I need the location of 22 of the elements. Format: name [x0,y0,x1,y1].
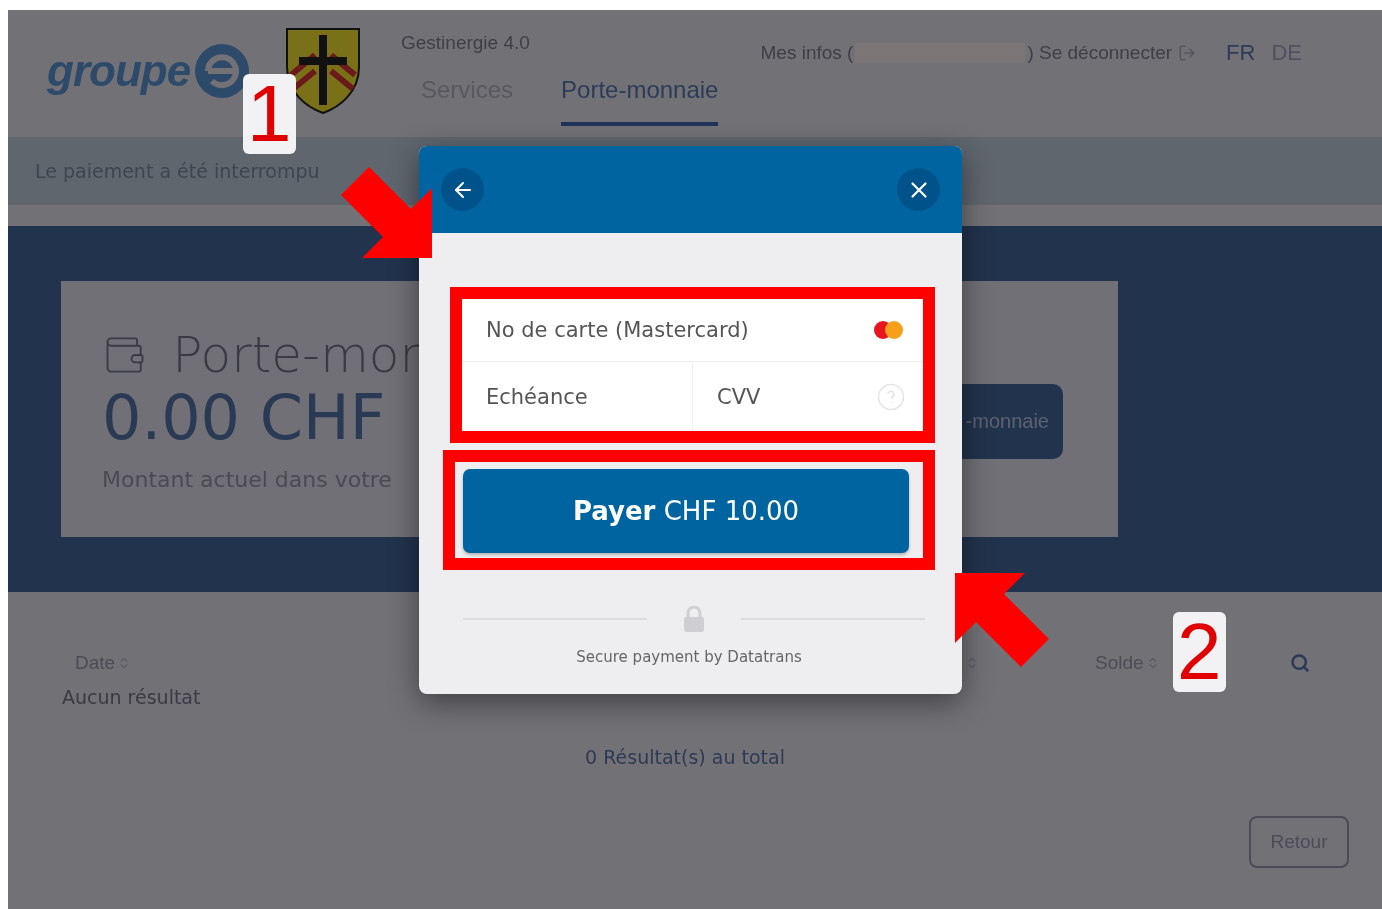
nav-tab[interactable]: Porte-monnaie [561,72,719,126]
logo-text: groupe [47,46,191,96]
expiry-field[interactable]: Echéance [486,384,674,409]
annotation-number: 1 [243,74,296,154]
search-icon[interactable] [1290,653,1310,673]
annotation-number: 2 [1173,612,1226,692]
language-link[interactable]: FR [1226,40,1256,66]
logout-icon [1178,44,1197,62]
pay-button[interactable]: Payer CHF 10.00 [463,469,909,553]
cvv-field[interactable]: CVV [717,384,877,409]
card-brand-icon [873,320,905,340]
empty-message: Aucun résultat [62,686,202,708]
wallet-title: Porte-mor [172,326,420,385]
help-icon [877,382,905,411]
secure-payment-note: Secure payment by Datatrans [576,648,802,666]
close-button[interactable] [897,168,940,211]
card-number-field[interactable]: No de carte (Mastercard) [486,318,873,342]
back-button[interactable] [441,168,484,211]
wallet-balance: 0.00 CHF [102,384,387,453]
total-count: 0 Résultat(s) au total [585,746,785,768]
logo-mark-icon [194,43,251,99]
lock-icon [683,606,705,632]
